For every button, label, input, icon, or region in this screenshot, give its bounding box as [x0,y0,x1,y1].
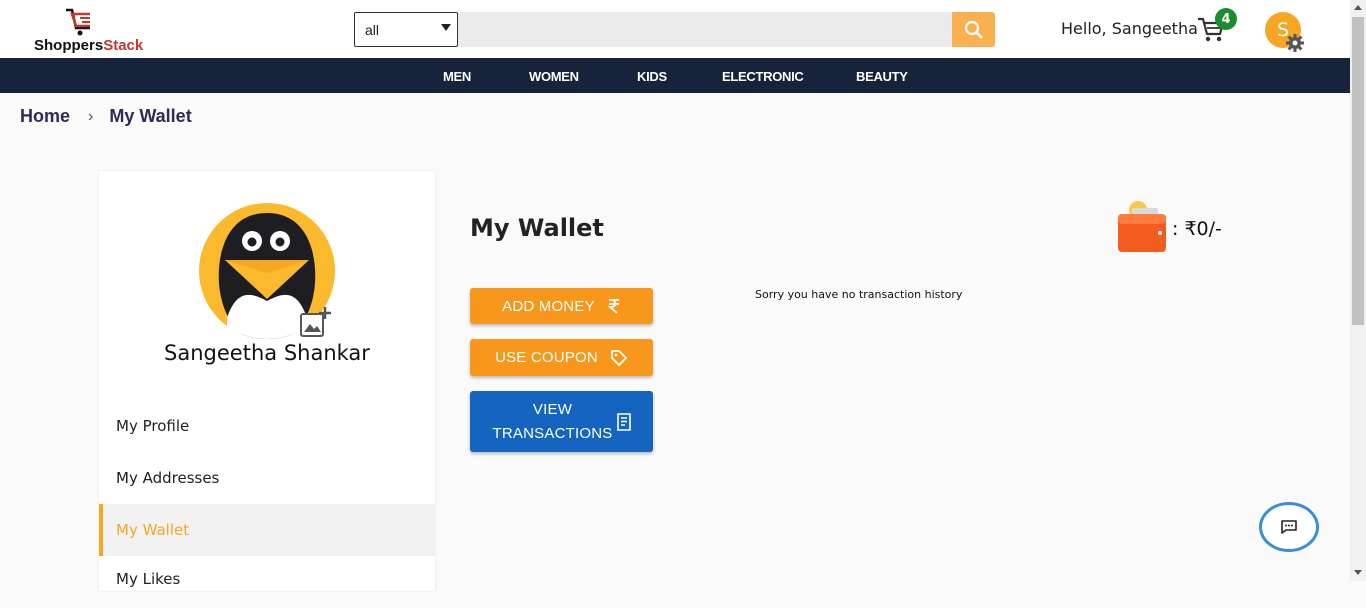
logo-text: ShoppersStack [34,37,144,54]
category-select[interactable]: all [354,12,458,47]
view-transactions-label: VIEW TRANSACTIONS [492,400,613,442]
add-money-button[interactable]: ADD MONEY [470,288,653,324]
tag-icon [610,349,628,367]
breadcrumb-home[interactable]: Home [20,106,70,127]
nav-item-men[interactable]: MEN [443,69,471,84]
cart-count-badge: 4 [1215,8,1237,30]
profile-name: Sangeetha Shankar [164,341,370,365]
receipt-icon [616,412,631,431]
profile-sidebar: Sangeetha Shankar My Profile My Addresse… [99,171,435,591]
chevron-down-icon [441,24,451,31]
category-nav: MEN WOMEN KIDS ELECTRONIC BEAUTY [0,58,1350,93]
search-icon [964,20,983,39]
nav-item-women[interactable]: WOMEN [529,69,579,84]
nav-item-kids[interactable]: KIDS [637,69,667,84]
search-input[interactable] [458,12,952,47]
category-select-value: all [365,21,380,38]
scroll-up-icon[interactable] [1354,5,1362,10]
chat-icon [1281,520,1297,534]
logo[interactable]: ShoppersStack [30,4,160,54]
use-coupon-button[interactable]: USE COUPON [470,339,653,376]
cart-logo-icon [66,8,106,36]
page-title: My Wallet [470,214,604,242]
nav-item-electronic[interactable]: ELECTRONIC [722,69,804,84]
breadcrumb: Home › My Wallet [20,106,192,127]
sidebar-item-my-wallet[interactable]: My Wallet [99,504,435,556]
sidebar-item-my-profile[interactable]: My Profile [99,400,435,452]
nav-item-beauty[interactable]: BEAUTY [856,69,908,84]
scroll-down-icon[interactable] [1354,570,1362,575]
search-button[interactable] [952,12,995,47]
add-money-label: ADD MONEY [502,297,595,315]
add-photo-icon[interactable] [299,306,333,338]
greeting: Hello, Sangeetha [1061,19,1198,38]
use-coupon-label: USE COUPON [495,349,598,366]
wallet-icon [1118,201,1166,252]
sidebar-item-my-addresses[interactable]: My Addresses [99,452,435,504]
scrollbar-thumb[interactable] [1352,17,1364,325]
empty-transactions-message: Sorry you have no transaction history [755,288,963,301]
gear-icon[interactable] [1285,33,1305,53]
rupee-icon [607,298,621,314]
chevron-right-icon: › [88,107,94,125]
sidebar-item-my-likes[interactable]: My Likes [99,556,435,608]
view-transactions-button[interactable]: VIEW TRANSACTIONS [470,391,653,452]
breadcrumb-current: My Wallet [109,106,192,126]
chat-button[interactable] [1259,502,1319,552]
top-header: ShoppersStack all Hello, Sangeetha 4 S [0,0,1350,58]
wallet-balance: : ₹0/- [1172,218,1222,240]
